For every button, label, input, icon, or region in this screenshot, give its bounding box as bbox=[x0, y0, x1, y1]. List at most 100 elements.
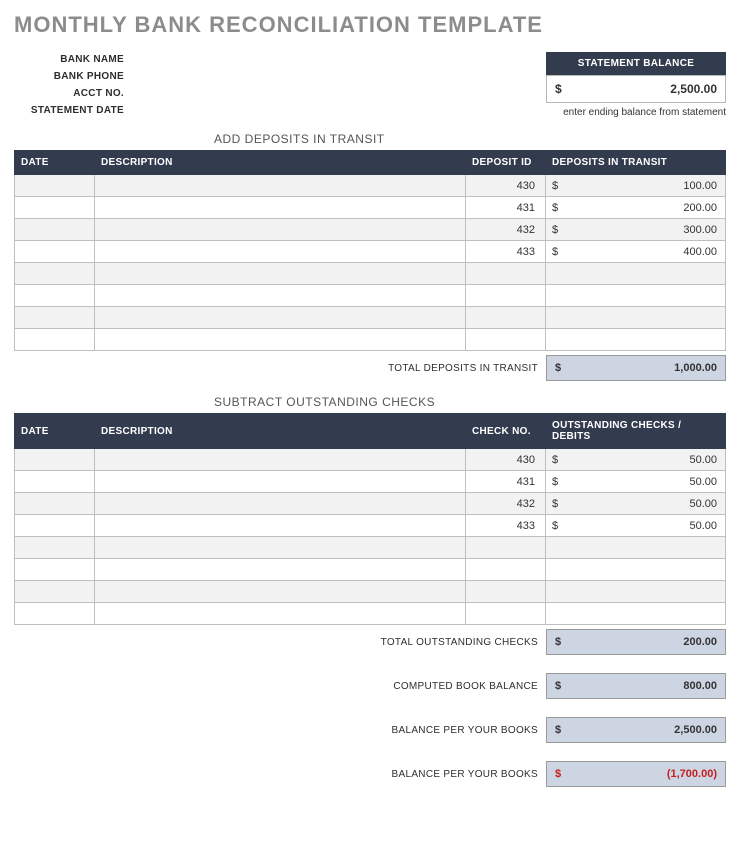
deposits-cell-date[interactable] bbox=[15, 241, 95, 263]
checks-cell-description[interactable] bbox=[95, 559, 466, 581]
checks-cell-date[interactable] bbox=[15, 515, 95, 537]
summary-box: $(1,700.00) bbox=[546, 761, 726, 787]
deposits-cell-description[interactable] bbox=[95, 329, 466, 351]
page-title: MONTHLY BANK RECONCILIATION TEMPLATE bbox=[14, 12, 726, 38]
deposits-section-title: ADD DEPOSITS IN TRANSIT bbox=[14, 132, 726, 146]
statement-balance-currency: $ bbox=[555, 82, 562, 96]
checks-row bbox=[15, 603, 726, 625]
checks-cell-description[interactable] bbox=[95, 493, 466, 515]
deposits-cell-description[interactable] bbox=[95, 307, 466, 329]
checks-cell-amount[interactable]: $50.00 bbox=[546, 449, 726, 471]
deposits-header-amount: DEPOSITS IN TRANSIT bbox=[546, 151, 726, 175]
summary-label: BALANCE PER YOUR BOOKS bbox=[14, 725, 546, 736]
deposits-cell-amount[interactable] bbox=[546, 329, 726, 351]
checks-cell-amount[interactable]: $50.00 bbox=[546, 493, 726, 515]
deposits-cell-id[interactable] bbox=[466, 285, 546, 307]
deposits-cell-amount[interactable] bbox=[546, 263, 726, 285]
currency-symbol: $ bbox=[552, 454, 558, 466]
checks-cell-description[interactable] bbox=[95, 471, 466, 493]
deposits-cell-description[interactable] bbox=[95, 285, 466, 307]
checks-cell-description[interactable] bbox=[95, 515, 466, 537]
deposits-cell-amount[interactable]: $400.00 bbox=[546, 241, 726, 263]
deposits-cell-date[interactable] bbox=[15, 197, 95, 219]
checks-cell-date[interactable] bbox=[15, 581, 95, 603]
checks-header-id: CHECK NO. bbox=[466, 414, 546, 449]
checks-total-box: $ 200.00 bbox=[546, 629, 726, 655]
checks-header-amount: OUTSTANDING CHECKS / DEBITS bbox=[546, 414, 726, 449]
checks-total-label: TOTAL OUTSTANDING CHECKS bbox=[14, 637, 546, 648]
checks-cell-description[interactable] bbox=[95, 537, 466, 559]
checks-cell-id[interactable] bbox=[466, 603, 546, 625]
deposits-cell-date[interactable] bbox=[15, 307, 95, 329]
deposits-cell-amount[interactable]: $300.00 bbox=[546, 219, 726, 241]
checks-cell-amount[interactable] bbox=[546, 603, 726, 625]
deposits-total-currency: $ bbox=[555, 362, 561, 374]
checks-cell-id[interactable]: 433 bbox=[466, 515, 546, 537]
checks-cell-id[interactable] bbox=[466, 559, 546, 581]
checks-cell-amount[interactable] bbox=[546, 581, 726, 603]
bank-name-label: BANK NAME bbox=[14, 54, 124, 65]
checks-cell-date[interactable] bbox=[15, 537, 95, 559]
deposits-cell-id[interactable] bbox=[466, 263, 546, 285]
acct-no-label: ACCT NO. bbox=[14, 88, 124, 99]
deposits-cell-description[interactable] bbox=[95, 175, 466, 197]
checks-cell-description[interactable] bbox=[95, 449, 466, 471]
deposits-cell-id[interactable]: 431 bbox=[466, 197, 546, 219]
deposits-cell-description[interactable] bbox=[95, 263, 466, 285]
checks-cell-amount[interactable] bbox=[546, 559, 726, 581]
statement-balance-value: 2,500.00 bbox=[670, 82, 717, 96]
checks-cell-date[interactable] bbox=[15, 603, 95, 625]
deposits-row: 432$300.00 bbox=[15, 219, 726, 241]
deposits-row bbox=[15, 307, 726, 329]
amount-value: 400.00 bbox=[683, 246, 717, 258]
checks-cell-id[interactable] bbox=[466, 537, 546, 559]
deposits-cell-amount[interactable]: $100.00 bbox=[546, 175, 726, 197]
checks-cell-date[interactable] bbox=[15, 449, 95, 471]
amount-value: 50.00 bbox=[689, 476, 717, 488]
deposits-cell-id[interactable] bbox=[466, 329, 546, 351]
checks-cell-amount[interactable]: $50.00 bbox=[546, 471, 726, 493]
summary-label: BALANCE PER YOUR BOOKS bbox=[14, 769, 546, 780]
checks-cell-id[interactable]: 430 bbox=[466, 449, 546, 471]
deposits-cell-id[interactable]: 433 bbox=[466, 241, 546, 263]
checks-cell-id[interactable]: 432 bbox=[466, 493, 546, 515]
checks-total-amount: 200.00 bbox=[683, 636, 717, 648]
checks-cell-id[interactable] bbox=[466, 581, 546, 603]
checks-cell-id[interactable]: 431 bbox=[466, 471, 546, 493]
deposits-row bbox=[15, 285, 726, 307]
checks-row bbox=[15, 581, 726, 603]
deposits-cell-description[interactable] bbox=[95, 241, 466, 263]
deposits-cell-description[interactable] bbox=[95, 197, 466, 219]
deposits-cell-amount[interactable] bbox=[546, 285, 726, 307]
summary-box: $2,500.00 bbox=[546, 717, 726, 743]
deposits-cell-amount[interactable] bbox=[546, 307, 726, 329]
checks-total-row: TOTAL OUTSTANDING CHECKS $ 200.00 bbox=[14, 629, 726, 655]
summary-currency: $ bbox=[555, 680, 561, 692]
amount-value: 50.00 bbox=[689, 520, 717, 532]
checks-row bbox=[15, 559, 726, 581]
deposits-cell-amount[interactable]: $200.00 bbox=[546, 197, 726, 219]
deposits-table: DATE DESCRIPTION DEPOSIT ID DEPOSITS IN … bbox=[14, 150, 726, 351]
checks-cell-description[interactable] bbox=[95, 581, 466, 603]
deposits-cell-description[interactable] bbox=[95, 219, 466, 241]
deposits-cell-date[interactable] bbox=[15, 285, 95, 307]
deposits-cell-date[interactable] bbox=[15, 263, 95, 285]
deposits-cell-id[interactable]: 432 bbox=[466, 219, 546, 241]
deposits-cell-date[interactable] bbox=[15, 175, 95, 197]
checks-cell-amount[interactable]: $50.00 bbox=[546, 515, 726, 537]
deposits-cell-id[interactable] bbox=[466, 307, 546, 329]
amount-value: 50.00 bbox=[689, 454, 717, 466]
amount-value: 200.00 bbox=[683, 202, 717, 214]
checks-cell-amount[interactable] bbox=[546, 537, 726, 559]
currency-symbol: $ bbox=[552, 224, 558, 236]
statement-balance-amount[interactable]: $ 2,500.00 bbox=[546, 75, 726, 103]
deposits-cell-id[interactable]: 430 bbox=[466, 175, 546, 197]
checks-cell-description[interactable] bbox=[95, 603, 466, 625]
summary-amount: 2,500.00 bbox=[674, 724, 717, 736]
checks-cell-date[interactable] bbox=[15, 493, 95, 515]
deposits-cell-date[interactable] bbox=[15, 219, 95, 241]
checks-cell-date[interactable] bbox=[15, 471, 95, 493]
deposits-cell-date[interactable] bbox=[15, 329, 95, 351]
checks-cell-date[interactable] bbox=[15, 559, 95, 581]
amount-value: 50.00 bbox=[689, 498, 717, 510]
